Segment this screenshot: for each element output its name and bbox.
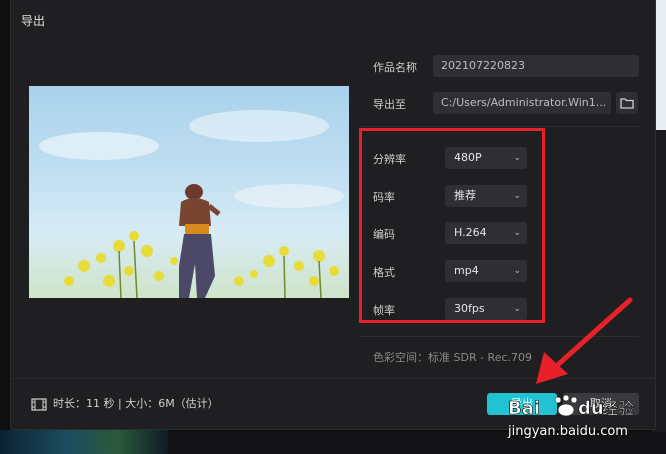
dialog-title: 导出 [21, 14, 46, 28]
footer-info: 时长：11 秒 | 大小：6M（估计） [31, 395, 219, 411]
highlight-box [359, 128, 545, 323]
color-space-info: 色彩空间：标准 SDR - Rec.709 [373, 351, 533, 364]
svg-text:Bai: Bai [508, 398, 540, 419]
name-label: 作品名称 [373, 61, 417, 74]
path-input[interactable]: C:/Users/Administrator.Win1... [433, 92, 611, 114]
watermark-url: jingyan.baidu.com [508, 424, 628, 439]
folder-icon [620, 98, 634, 109]
duration-size-text: 时长：11 秒 | 大小：6M（估计） [53, 397, 219, 410]
film-icon [31, 397, 47, 411]
preview-frame-image [39, 110, 344, 298]
baidu-watermark-logo: Bai du 经验 [508, 394, 634, 419]
name-input[interactable]: 202107220823 [433, 55, 639, 77]
browse-folder-button[interactable] [616, 92, 638, 114]
background-thumbnail [0, 430, 168, 454]
arrow-annotation [536, 297, 633, 384]
video-preview [29, 86, 349, 298]
path-label: 导出至 [373, 98, 406, 111]
svg-text:经验: 经验 [602, 399, 634, 418]
svg-text:du: du [578, 398, 604, 419]
section-divider-top [359, 126, 639, 127]
